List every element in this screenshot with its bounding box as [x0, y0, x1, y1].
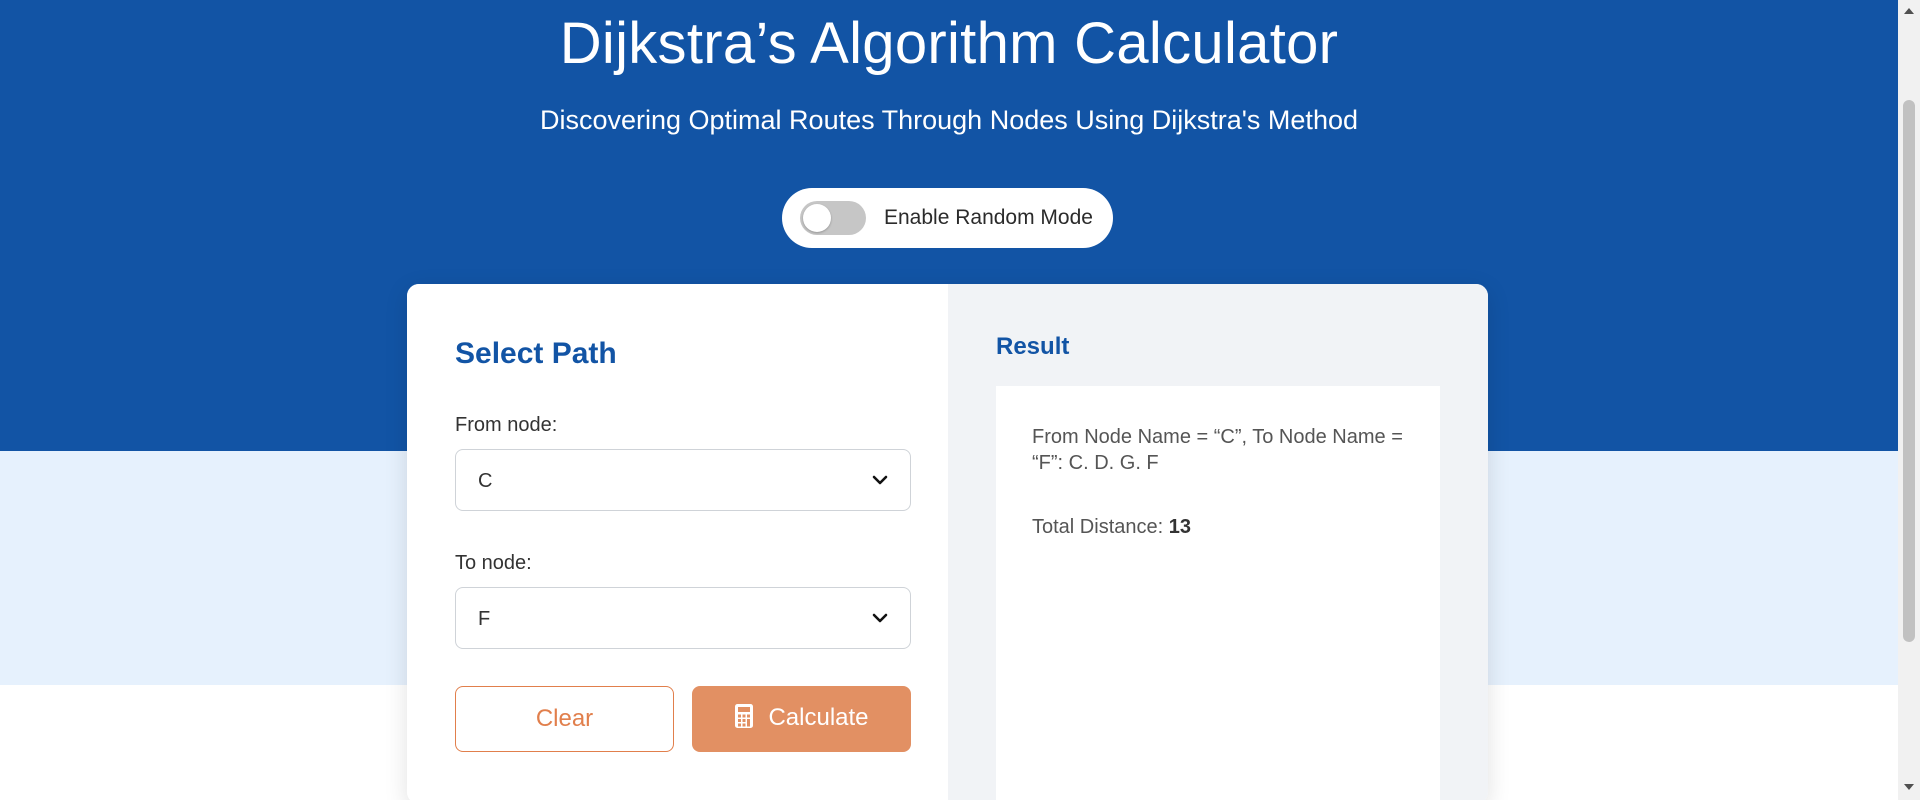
page-title: Dijkstra’s Algorithm Calculator	[559, 11, 1339, 76]
to-node-value: F	[478, 608, 491, 630]
result-panel: Result From Node Name = “C”, To Node Nam…	[948, 284, 1488, 800]
result-box: From Node Name = “C”, To Node Name = “F”…	[996, 386, 1440, 800]
select-path-title: Select Path	[455, 337, 617, 370]
result-title: Result	[996, 333, 1070, 360]
random-mode-label: Enable Random Mode	[884, 206, 1093, 229]
total-distance-value: 13	[1168, 516, 1191, 538]
scroll-down-arrow-icon[interactable]	[1904, 784, 1914, 790]
calculator-icon	[735, 703, 754, 728]
page-subtitle: Discovering Optimal Routes Through Nodes…	[539, 105, 1358, 135]
calculate-button[interactable]: Calculate	[692, 686, 911, 752]
chevron-down-icon	[872, 475, 888, 485]
page-scrollbar[interactable]	[1898, 0, 1920, 800]
from-node-value: C	[478, 470, 493, 492]
result-path-text: From Node Name = “C”, To Node Name = “F”…	[1032, 426, 1403, 474]
scrollbar-thumb[interactable]	[1903, 100, 1915, 642]
calculator-card: Select Path From node: C To node: F Clea…	[407, 284, 1488, 800]
random-mode-toggle[interactable]	[800, 201, 866, 235]
to-node-label: To node:	[455, 552, 532, 574]
select-path-panel: Select Path From node: C To node: F Clea…	[407, 284, 948, 800]
from-node-label: From node:	[455, 414, 558, 436]
chevron-down-icon	[872, 613, 888, 623]
from-node-select[interactable]: C	[455, 449, 911, 511]
random-mode-toggle-container: Enable Random Mode	[782, 188, 1113, 248]
to-node-select[interactable]: F	[455, 587, 911, 649]
calculate-button-label: Calculate	[768, 704, 869, 731]
toggle-knob	[803, 204, 831, 232]
scroll-up-arrow-icon[interactable]	[1904, 8, 1914, 14]
clear-button[interactable]: Clear	[455, 686, 674, 752]
clear-button-label: Clear	[535, 705, 594, 732]
total-distance: Total Distance: 13	[1032, 514, 1191, 540]
total-distance-label: Total Distance:	[1032, 516, 1169, 538]
